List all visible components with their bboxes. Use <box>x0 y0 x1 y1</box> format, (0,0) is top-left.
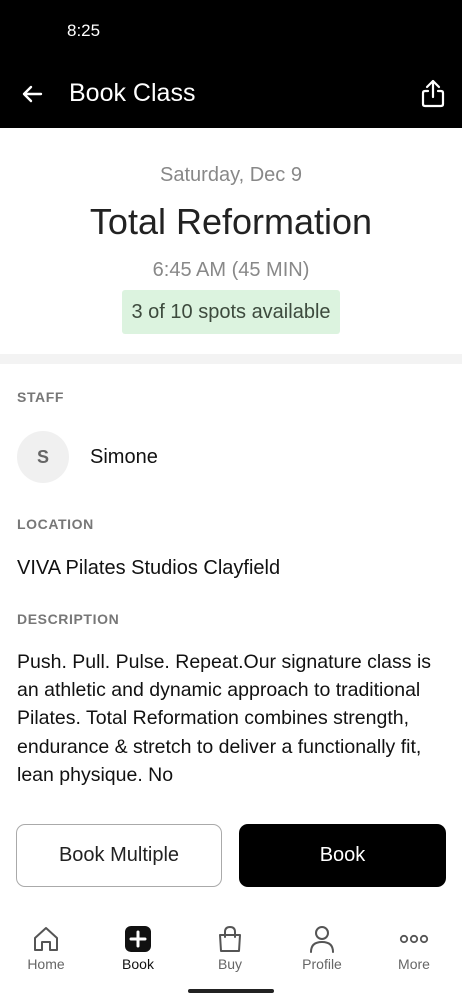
class-time: 6:45 AM (45 MIN) <box>152 259 310 281</box>
staff-avatar: S <box>17 431 69 483</box>
plus-square-icon <box>125 926 151 952</box>
book-multiple-button[interactable]: Book Multiple <box>16 824 222 887</box>
status-bar: 8:25 <box>0 0 462 60</box>
page-title: Book Class <box>69 79 196 107</box>
nav-label-buy: Buy <box>217 956 243 972</box>
book-button[interactable]: Book <box>239 824 446 887</box>
bottom-nav: Home Book Buy Profile More <box>0 910 462 1000</box>
person-icon <box>310 926 334 953</box>
nav-profile[interactable]: Profile <box>276 910 368 980</box>
nav-label-profile: Profile <box>302 956 342 972</box>
nav-label-book: Book <box>122 956 154 972</box>
home-icon <box>34 927 58 951</box>
shopping-bag-icon <box>219 925 241 952</box>
nav-label-more: More <box>398 956 430 972</box>
section-divider <box>0 354 462 364</box>
status-time: 8:25 <box>67 21 101 40</box>
more-dots-icon <box>399 934 429 944</box>
app-bar: Book Class <box>0 60 462 128</box>
share-button[interactable] <box>418 78 448 110</box>
nav-buy[interactable]: Buy <box>184 910 276 980</box>
class-description: Push. Pull. Pulse. Repeat.Our signature … <box>17 651 432 786</box>
nav-label-home: Home <box>27 956 65 972</box>
location-name[interactable]: VIVA Pilates Studios Clayfield <box>17 557 280 580</box>
class-date: Saturday, Dec 9 <box>160 164 302 186</box>
staff-name[interactable]: Simone <box>90 446 158 469</box>
home-indicator <box>188 989 274 993</box>
nav-home[interactable]: Home <box>0 910 92 980</box>
location-label: LOCATION <box>17 516 94 532</box>
nav-more[interactable]: More <box>368 910 460 980</box>
arrow-left-icon <box>22 85 43 103</box>
class-summary: Saturday, Dec 9 Total Reformation 6:45 A… <box>0 128 462 354</box>
spots-available-badge: 3 of 10 spots available <box>122 290 340 334</box>
class-name: Total Reformation <box>89 201 373 242</box>
share-icon <box>421 79 445 108</box>
description-label: DESCRIPTION <box>17 611 120 627</box>
back-button[interactable] <box>16 78 48 110</box>
nav-book[interactable]: Book <box>92 910 184 980</box>
staff-label: STAFF <box>17 389 65 405</box>
